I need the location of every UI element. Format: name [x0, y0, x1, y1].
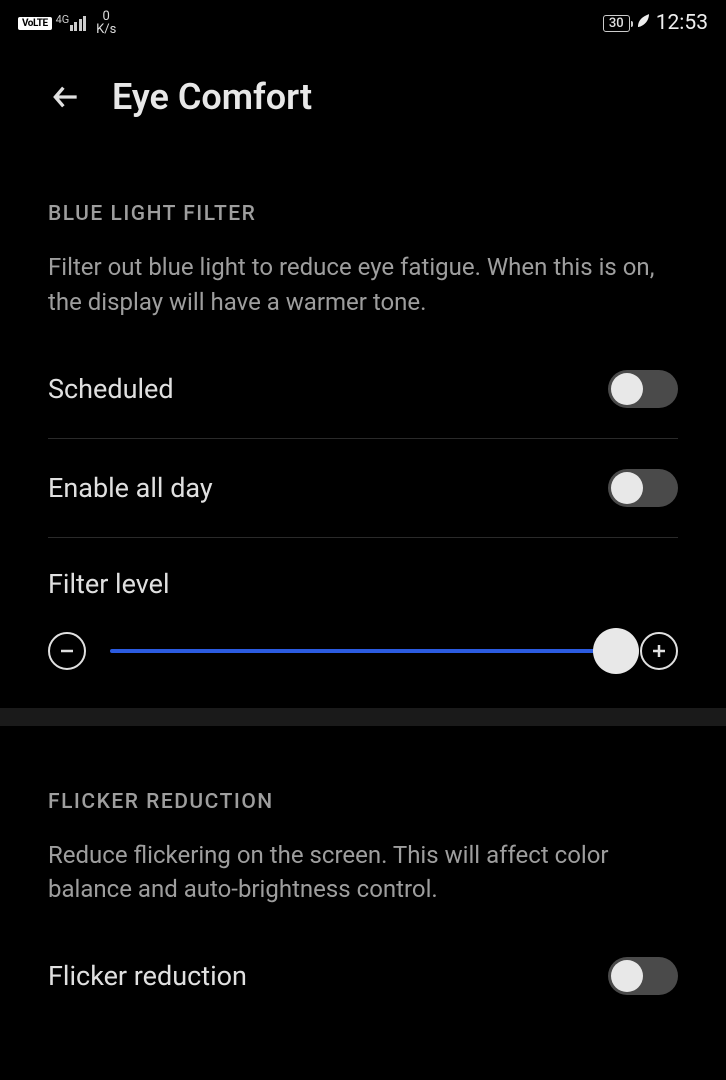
enable-all-day-toggle[interactable] [608, 469, 678, 507]
status-bar: VoLTE 4G 0 K/s 30 12:53 [0, 0, 726, 42]
blue-light-description: Filter out blue light to reduce eye fati… [48, 250, 678, 320]
scheduled-label: Scheduled [48, 373, 174, 405]
slider-thumb[interactable] [593, 628, 639, 674]
page-title: Eye Comfort [112, 76, 312, 118]
flicker-reduction-toggle[interactable] [608, 957, 678, 995]
flicker-heading: FLICKER REDUCTION [48, 790, 678, 814]
plus-icon [650, 642, 668, 660]
decrease-button[interactable] [48, 632, 86, 670]
filter-level-label: Filter level [48, 568, 170, 600]
toggle-knob [611, 960, 643, 992]
minus-icon [58, 642, 76, 660]
signal-bars-icon [70, 16, 87, 31]
flicker-reduction-label: Flicker reduction [48, 960, 247, 992]
clock: 12:53 [656, 11, 708, 35]
scheduled-toggle[interactable] [608, 370, 678, 408]
filter-level-slider[interactable] [110, 649, 616, 653]
flicker-description: Reduce flickering on the screen. This wi… [48, 838, 678, 908]
network-label: 4G [56, 13, 70, 26]
toggle-knob [611, 373, 643, 405]
back-arrow-icon[interactable] [50, 81, 82, 113]
signal-indicator: 4G [58, 16, 87, 31]
status-right: 30 12:53 [603, 11, 708, 35]
page-header: Eye Comfort [0, 42, 726, 138]
flicker-reduction-row[interactable]: Flicker reduction [48, 927, 678, 1025]
increase-button[interactable] [640, 632, 678, 670]
flicker-section: FLICKER REDUCTION Reduce flickering on t… [0, 790, 726, 1026]
filter-level-slider-row [48, 614, 678, 708]
section-divider [0, 708, 726, 726]
enable-all-day-row[interactable]: Enable all day [48, 439, 678, 538]
blue-light-section: BLUE LIGHT FILTER Filter out blue light … [0, 202, 726, 726]
power-save-icon [636, 13, 650, 33]
status-left: VoLTE 4G 0 K/s [18, 10, 116, 36]
filter-level-row: Filter level [48, 538, 678, 614]
enable-all-day-label: Enable all day [48, 472, 213, 504]
blue-light-heading: BLUE LIGHT FILTER [48, 202, 678, 226]
battery-indicator: 30 [603, 15, 630, 32]
toggle-knob [611, 472, 643, 504]
volte-badge: VoLTE [18, 17, 52, 30]
scheduled-row[interactable]: Scheduled [48, 340, 678, 439]
network-speed: 0 K/s [96, 10, 116, 36]
